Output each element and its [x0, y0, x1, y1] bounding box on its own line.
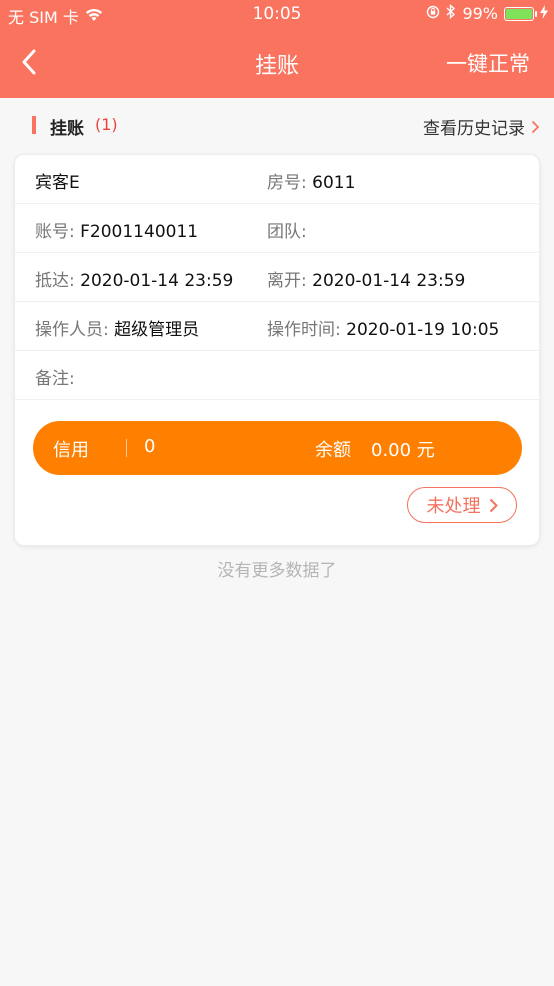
room-field: 房号: 6011	[267, 168, 355, 193]
section-title: 挂账	[50, 119, 84, 139]
status-bar: 无 SIM 卡 10:05 99%	[0, 0, 554, 28]
remark-label: 备注:	[35, 369, 75, 389]
optime-field: 操作时间: 2020-01-19 10:05	[267, 315, 499, 340]
unprocessed-button[interactable]: 未处理	[407, 487, 517, 523]
chevron-right-icon	[531, 120, 540, 133]
group-field: 团队:	[267, 217, 307, 242]
account-value: F2001140011	[80, 222, 199, 242]
remark-field: 备注:	[35, 364, 75, 389]
operator-value: 超级管理员	[114, 320, 200, 340]
operator-label: 操作人员:	[35, 320, 109, 340]
room-label: 房号:	[267, 173, 307, 193]
room-value: 6011	[312, 173, 356, 193]
section-accent-bar	[32, 116, 36, 134]
battery-level	[506, 8, 532, 19]
record-card[interactable]: 宾客E 房号: 6011 账号: F2001140011 团队: 抵达: 202…	[14, 154, 541, 546]
section-header: 挂账 (1) 查看历史记录	[0, 98, 554, 154]
row-account: 账号: F2001140011 团队:	[15, 204, 541, 253]
arrive-field: 抵达: 2020-01-14 23:59	[35, 266, 233, 291]
arrive-value: 2020-01-14 23:59	[80, 271, 234, 291]
one-key-normal-button[interactable]: 一键正常	[446, 48, 530, 78]
row-dates: 抵达: 2020-01-14 23:59 离开: 2020-01-14 23:5…	[15, 253, 541, 302]
account-label: 账号:	[35, 222, 75, 242]
section-count: (1)	[95, 115, 118, 134]
group-label: 团队:	[267, 222, 307, 242]
bluetooth-icon	[446, 3, 456, 23]
credit-label: 信用	[53, 440, 89, 461]
guest-name: 宾客E	[35, 173, 80, 193]
credit-balance-bar: 信用 0 余额 0.00 元	[33, 421, 522, 475]
depart-value: 2020-01-14 23:59	[312, 271, 466, 291]
status-right: 99%	[426, 3, 548, 23]
no-more-data-text: 没有更多数据了	[217, 561, 337, 581]
balance-value: 0.00 元	[371, 440, 435, 461]
optime-value: 2020-01-19 10:05	[346, 320, 500, 340]
unprocessed-label: 未处理	[426, 496, 481, 517]
battery-percent: 99%	[462, 4, 498, 23]
battery-icon	[504, 6, 537, 21]
operator-field: 操作人员: 超级管理员	[35, 315, 199, 340]
chevron-right-icon	[489, 498, 498, 512]
depart-label: 离开:	[267, 271, 307, 291]
history-link[interactable]: 查看历史记录	[423, 114, 540, 139]
row-guest: 宾客E 房号: 6011	[15, 155, 541, 204]
balance-label: 余额	[315, 440, 351, 461]
row-remark: 备注:	[15, 351, 541, 400]
row-operator: 操作人员: 超级管理员 操作时间: 2020-01-19 10:05	[15, 302, 541, 351]
charging-icon	[540, 4, 548, 23]
depart-field: 离开: 2020-01-14 23:59	[267, 266, 465, 291]
header: 无 SIM 卡 10:05 99% 挂账 一键正常	[0, 0, 554, 98]
nav-bar: 挂账 一键正常	[0, 34, 554, 90]
account-field: 账号: F2001140011	[35, 217, 198, 242]
optime-label: 操作时间:	[267, 320, 341, 340]
orientation-lock-icon	[426, 4, 440, 23]
credit-value: 0	[144, 436, 156, 457]
arrive-label: 抵达:	[35, 271, 75, 291]
credit-divider	[126, 439, 127, 457]
history-link-label: 查看历史记录	[423, 119, 525, 139]
